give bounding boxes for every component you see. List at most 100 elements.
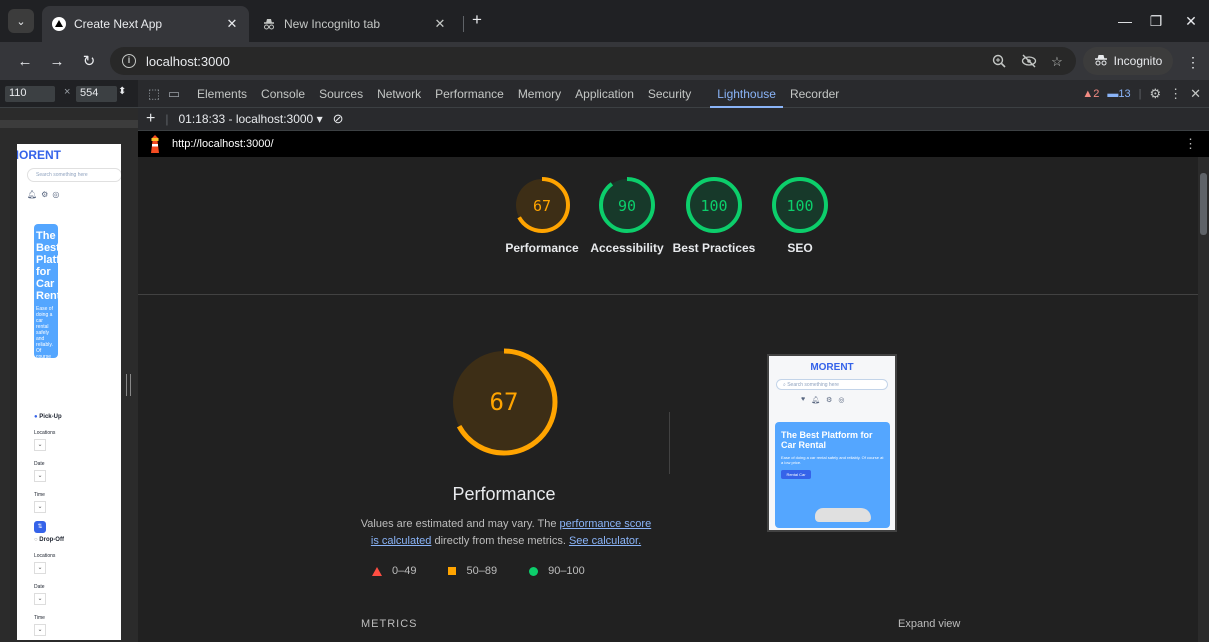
device-width-input[interactable]: 110 <box>5 86 55 102</box>
scrollbar-thumb[interactable] <box>1200 173 1207 235</box>
tab-application[interactable]: Application <box>568 80 641 108</box>
forward-arrow-icon[interactable]: → <box>46 51 68 73</box>
tab-create-next-app[interactable]: Create Next App ✕ <box>42 6 249 42</box>
main-score-value: 67 <box>490 388 519 416</box>
performance-title: Performance <box>452 484 556 504</box>
divider: | <box>1138 87 1142 100</box>
profile-icon[interactable]: ◎ <box>52 190 59 199</box>
phone-logo: MORENT <box>17 148 61 162</box>
tab-console[interactable]: Console <box>254 80 312 108</box>
gauge-ring: 67 <box>514 177 570 233</box>
eye-off-icon[interactable] <box>1020 54 1038 70</box>
tab-search-button[interactable]: ⌄ <box>8 9 34 33</box>
settings-icon[interactable]: ⚙ <box>41 190 48 199</box>
legend-fail: 0–49 <box>372 565 416 577</box>
tab-title: Create Next App <box>74 17 163 31</box>
incognito-badge[interactable]: Incognito <box>1083 47 1173 75</box>
restore-icon[interactable]: ❐ <box>1145 10 1167 32</box>
emulated-page[interactable]: MORENT Search something here 🔔︎ ⚙ ◎ The … <box>17 144 121 640</box>
date-label: Date <box>34 584 45 590</box>
back-arrow-icon[interactable]: ← <box>14 51 36 73</box>
date-select[interactable]: ⌄ <box>34 470 46 482</box>
dropoff-radio[interactable]: ○ Drop-Off <box>34 537 64 543</box>
clear-icon[interactable]: ⊘ <box>333 111 344 127</box>
gauge-ring: 100 <box>686 177 742 233</box>
score-label: Best Practices <box>672 241 756 255</box>
tab-recorder[interactable]: Recorder <box>783 80 846 108</box>
device-viewport: MORENT Search something here 🔔︎ ⚙ ◎ The … <box>0 108 138 642</box>
screenshot-search: ⌕ Search something here <box>776 379 888 390</box>
devtools-close-icon[interactable]: ✕ <box>1190 86 1201 102</box>
window-close-icon[interactable]: ✕ <box>1180 10 1202 32</box>
final-screenshot[interactable]: MORENT ⌕ Search something here ♥ 🔔︎ ⚙ ◎ … <box>767 354 897 532</box>
note-text: directly from these metrics. <box>431 535 569 547</box>
devtools-tabbar: ⬚ ▭ Elements Console Sources Network Per… <box>138 80 1209 108</box>
gear-icon[interactable]: ⚙ <box>1149 86 1161 102</box>
tab-new-incognito[interactable]: New Incognito tab ✕ <box>252 6 457 42</box>
time-select[interactable]: ⌄ <box>34 501 46 513</box>
score-gauge-accessibility[interactable]: 90 Accessibility <box>582 175 672 256</box>
info-icon[interactable]: i <box>122 54 136 68</box>
car-image <box>815 508 871 522</box>
devtools-status: ▲2 ▬13 | ⚙ ⋮ ✕ <box>1082 86 1209 102</box>
location-select[interactable]: ⌄ <box>34 439 46 451</box>
location-select[interactable]: ⌄ <box>34 562 46 574</box>
phone-pickup-form: ● Pick-Up Locations ⌄ Date ⌄ Time ⌄ ⇅ ○ … <box>34 414 64 636</box>
score-gauge-best-practices[interactable]: 100 Best Practices <box>669 175 759 256</box>
report-select[interactable]: 01:18:33 - localhost:3000 ▾ <box>178 112 322 126</box>
screenshot-icons: ♥ 🔔︎ ⚙ ◎ <box>801 396 844 404</box>
score-label: Performance <box>505 241 579 255</box>
browser-menu-icon[interactable]: ⋮ <box>1185 54 1201 71</box>
dropoff-label: Drop-Off <box>39 537 64 543</box>
see-calculator-link[interactable]: See calculator. <box>569 535 641 547</box>
time-select[interactable]: ⌄ <box>34 624 46 636</box>
tab-performance[interactable]: Performance <box>428 80 511 108</box>
tab-sources[interactable]: Sources <box>312 80 370 108</box>
close-icon[interactable]: ✕ <box>225 16 239 32</box>
tab-security[interactable]: Security <box>641 80 698 108</box>
resize-handle[interactable] <box>126 374 131 396</box>
media-query-ruler <box>0 120 138 128</box>
divider <box>669 412 670 474</box>
device-height-input[interactable]: 554 <box>76 86 117 102</box>
message-count: 13 <box>1118 87 1131 100</box>
report-menu-icon[interactable]: ⋮ <box>1184 136 1197 152</box>
address-bar[interactable]: i localhost:3000 <box>110 47 1076 75</box>
phone-search-input[interactable]: Search something here <box>27 168 121 182</box>
score-gauge-seo[interactable]: 100 SEO <box>755 175 845 256</box>
date-select[interactable]: ⌄ <box>34 593 46 605</box>
device-toggle-icon[interactable]: ▭ <box>164 86 184 102</box>
date-label: Date <box>34 461 45 467</box>
plus-icon[interactable]: + <box>146 110 155 128</box>
phone-banner-text: Ease of doing a car rental safely and re… <box>36 306 53 358</box>
close-icon[interactable]: ✕ <box>433 16 447 32</box>
zoom-icon[interactable] <box>990 54 1008 70</box>
report-scrollbar[interactable] <box>1198 157 1209 642</box>
bookmark-star-icon[interactable]: ☆ <box>1048 54 1066 70</box>
bell-icon[interactable]: 🔔︎ <box>27 190 37 199</box>
swap-button[interactable]: ⇅ <box>34 521 46 533</box>
tab-elements[interactable]: Elements <box>190 80 254 108</box>
tab-separator <box>463 16 464 32</box>
time-label: Time <box>34 615 45 621</box>
devtools-menu-icon[interactable]: ⋮ <box>1169 86 1182 102</box>
incognito-icon <box>262 17 276 31</box>
stepper-icon[interactable]: ⬍ <box>118 86 126 97</box>
inspect-element-icon[interactable]: ⬚ <box>144 86 164 102</box>
tab-memory[interactable]: Memory <box>511 80 568 108</box>
score-value: 90 <box>618 197 636 215</box>
new-tab-button[interactable]: + <box>467 11 487 31</box>
screenshot-banner-text: Ease of doing a car rental safely and re… <box>781 455 884 465</box>
score-gauge-performance[interactable]: 67 Performance <box>497 175 587 256</box>
expand-view-button[interactable]: Expand view <box>898 618 960 630</box>
reload-icon[interactable]: ↻ <box>78 51 100 73</box>
score-label: SEO <box>787 241 813 255</box>
report-url: http://localhost:3000/ <box>172 138 274 150</box>
minimize-icon[interactable]: — <box>1114 10 1136 32</box>
message-badge[interactable]: ▬13 <box>1107 88 1130 100</box>
warning-badge[interactable]: ▲2 <box>1082 88 1099 100</box>
pickup-radio[interactable]: ● Pick-Up <box>34 414 64 420</box>
tab-network[interactable]: Network <box>370 80 428 108</box>
tab-lighthouse[interactable]: Lighthouse <box>710 80 783 108</box>
score-value: 100 <box>786 197 813 215</box>
